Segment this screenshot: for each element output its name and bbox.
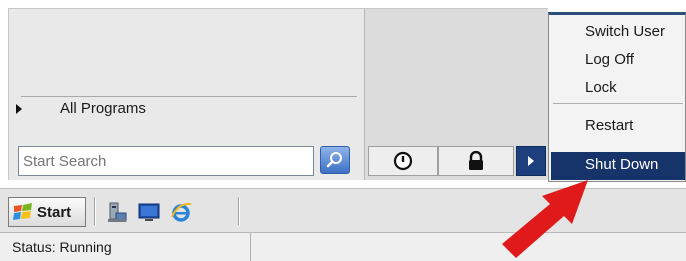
- red-pointer-arrow: [502, 180, 588, 258]
- menu-item-lock[interactable]: Lock: [585, 79, 617, 96]
- taskbar-divider: [238, 197, 240, 225]
- desktop-icon[interactable]: [138, 201, 160, 223]
- server-manager-icon[interactable]: [106, 201, 128, 223]
- power-button[interactable]: [368, 146, 438, 176]
- shutdown-options-menu: Switch User Log Off Lock Restart Shut Do…: [548, 12, 686, 182]
- divider: [21, 96, 357, 97]
- internet-explorer-icon[interactable]: [170, 201, 192, 223]
- menu-item-switch-user[interactable]: Switch User: [585, 23, 665, 40]
- all-programs-item[interactable]: All Programs: [60, 100, 146, 117]
- taskbar-divider: [94, 197, 96, 225]
- start-label: Start: [37, 203, 72, 221]
- search-button[interactable]: [320, 146, 350, 174]
- all-programs-arrow-icon[interactable]: [16, 104, 22, 114]
- start-search-input[interactable]: [18, 146, 314, 176]
- status-text: Status: Running: [12, 239, 112, 255]
- menu-item-log-off[interactable]: Log Off: [585, 51, 634, 68]
- chevron-right-icon: [528, 156, 534, 166]
- search-icon: [326, 152, 342, 168]
- windows-logo-icon: [13, 203, 32, 220]
- status-divider: [250, 233, 251, 261]
- start-button[interactable]: Start: [8, 197, 86, 227]
- menu-item-restart[interactable]: Restart: [585, 117, 633, 134]
- lock-icon: [469, 151, 483, 170]
- power-icon: [393, 151, 413, 171]
- menu-divider: [553, 103, 683, 104]
